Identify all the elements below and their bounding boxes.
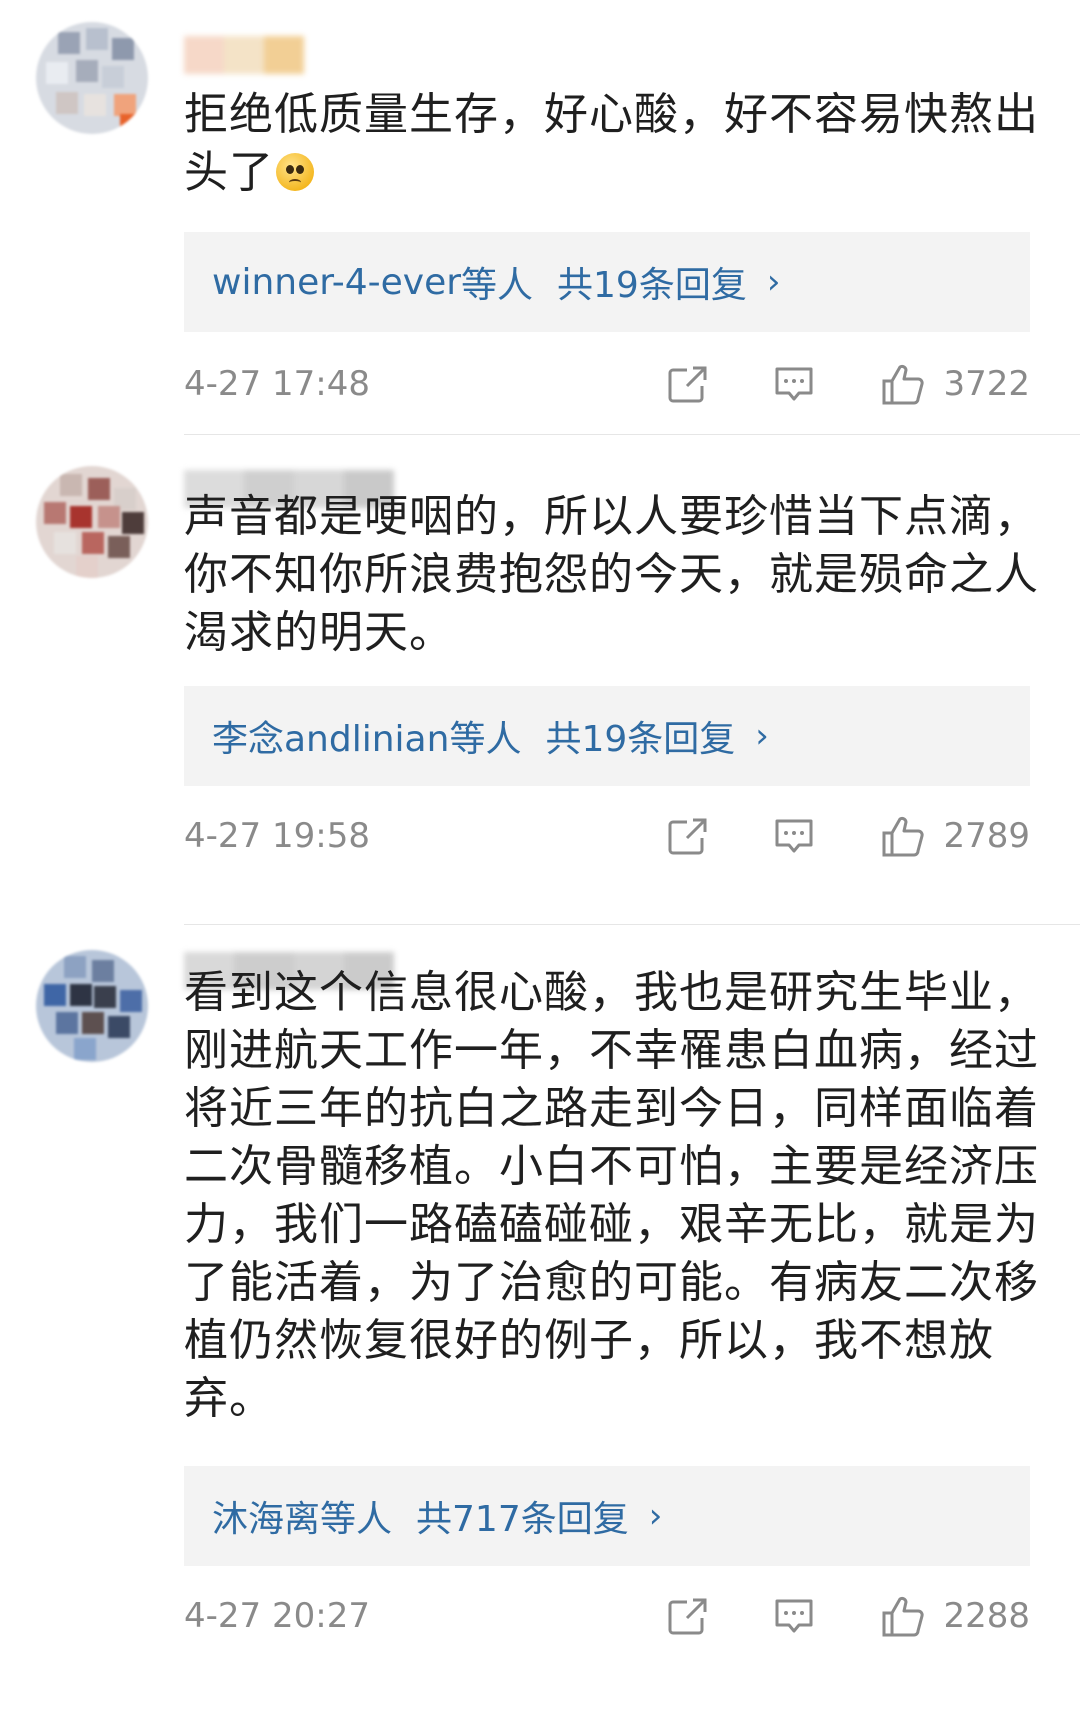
comment-meta: 4-27 17:48 3722 bbox=[184, 354, 1030, 414]
reply-suffix: 等人 bbox=[461, 265, 534, 306]
reply-count: 共19条回复 bbox=[557, 265, 747, 306]
divider bbox=[184, 924, 1080, 925]
chevron-right-icon: › bbox=[755, 716, 769, 756]
comment-actions: 2288 bbox=[667, 1595, 1030, 1637]
thumbs-up-icon bbox=[882, 816, 925, 857]
comment-icon[interactable] bbox=[773, 364, 815, 404]
like-button[interactable]: 3722 bbox=[881, 363, 1030, 405]
share-icon[interactable] bbox=[667, 816, 709, 856]
divider bbox=[184, 434, 1080, 435]
comment-actions: 3722 bbox=[667, 363, 1030, 405]
comment-icon[interactable] bbox=[773, 816, 815, 856]
comment-meta: 4-27 20:27 2288 bbox=[184, 1586, 1030, 1646]
comment-item: 看到这个信息很心酸，我也是研究生毕业，刚进航天工作一年，不幸罹患白血病，经过将近… bbox=[0, 930, 1080, 1718]
like-count: 2789 bbox=[943, 816, 1030, 856]
timestamp: 4-27 19:58 bbox=[184, 816, 370, 856]
timestamp: 4-27 17:48 bbox=[184, 364, 370, 404]
nickname-blurred[interactable] bbox=[184, 36, 304, 74]
share-icon[interactable] bbox=[667, 364, 709, 404]
sad-emoji-icon bbox=[276, 153, 314, 191]
comment-icon[interactable] bbox=[773, 1596, 815, 1636]
comment-meta: 4-27 19:58 2789 bbox=[184, 806, 1030, 866]
like-count: 2288 bbox=[943, 1596, 1030, 1636]
like-count: 3722 bbox=[943, 364, 1030, 404]
comment-actions: 2789 bbox=[667, 815, 1030, 857]
like-button[interactable]: 2288 bbox=[881, 1595, 1030, 1637]
comment-text: 拒绝低质量生存，好心酸，好不容易快熬出头了 bbox=[184, 86, 1044, 202]
avatar[interactable] bbox=[36, 466, 148, 578]
chevron-right-icon: › bbox=[648, 1496, 663, 1536]
reply-users: 李念andlinian bbox=[212, 719, 450, 760]
comment-text: 看到这个信息很心酸，我也是研究生毕业，刚进航天工作一年，不幸罹患白血病，经过将近… bbox=[184, 967, 1039, 1424]
thumbs-up-icon bbox=[882, 364, 925, 405]
replies-summary-button[interactable]: 李念andlinian 等人 共19条回复 › bbox=[184, 686, 1030, 786]
reply-suffix: 等人 bbox=[320, 1499, 393, 1540]
thumbs-up-icon bbox=[882, 1596, 925, 1637]
share-icon[interactable] bbox=[667, 1596, 709, 1636]
reply-users: 沐海离 bbox=[212, 1499, 321, 1540]
comment-text-body: 拒绝低质量生存，好心酸，好不容易快熬出头了 bbox=[184, 89, 1039, 198]
reply-suffix: 等人 bbox=[449, 719, 522, 760]
comment-text: 声音都是哽咽的，所以人要珍惜当下点滴，你不知你所浪费抱怨的今天，就是殒命之人渴求… bbox=[184, 491, 1039, 658]
reply-users: winner-4-ever bbox=[212, 261, 462, 303]
timestamp: 4-27 20:27 bbox=[184, 1596, 370, 1636]
avatar[interactable] bbox=[36, 22, 148, 134]
reply-count: 共19条回复 bbox=[545, 719, 736, 760]
reply-count: 共717条回复 bbox=[416, 1499, 629, 1540]
replies-summary-button[interactable]: winner-4-ever 等人 共19条回复 › bbox=[184, 232, 1030, 332]
like-button[interactable]: 2789 bbox=[881, 815, 1030, 857]
comment-item: 声音都是哽咽的，所以人要珍惜当下点滴，你不知你所浪费抱怨的今天，就是殒命之人渴求… bbox=[0, 440, 1080, 930]
comment-item: 拒绝低质量生存，好心酸，好不容易快熬出头了 winner-4-ever 等人 共… bbox=[0, 0, 1080, 440]
comment-list: 拒绝低质量生存，好心酸，好不容易快熬出头了 winner-4-ever 等人 共… bbox=[0, 0, 1080, 1718]
avatar[interactable] bbox=[36, 950, 148, 1062]
replies-summary-button[interactable]: 沐海离 等人 共717条回复 › bbox=[184, 1466, 1030, 1566]
chevron-right-icon: › bbox=[766, 262, 781, 302]
